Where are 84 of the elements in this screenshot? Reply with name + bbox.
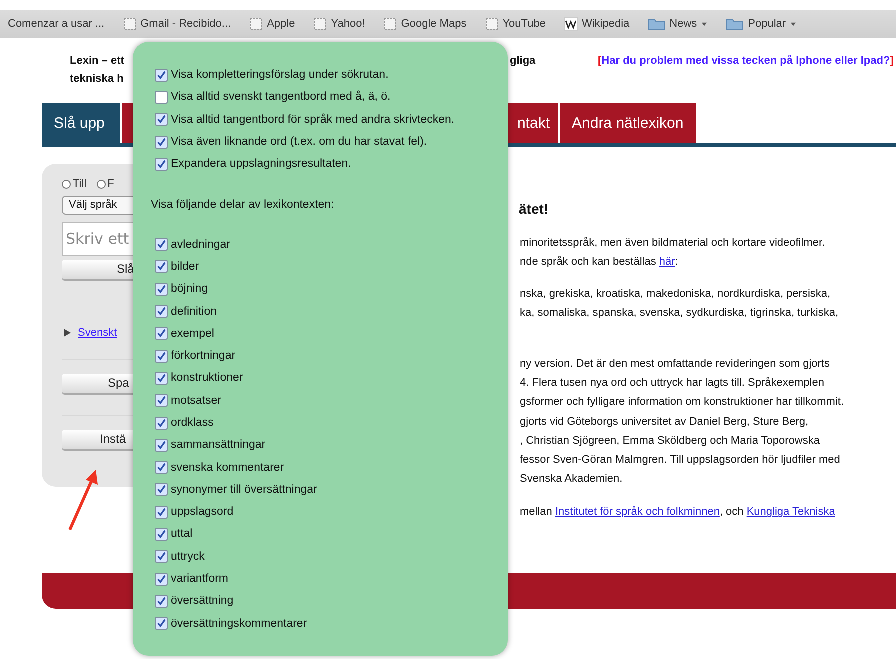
part-checkbox[interactable]: översättningskommentarer: [155, 612, 508, 635]
part-checkbox[interactable]: översättning: [155, 590, 508, 613]
body-text: minoritetsspråk, men även bildmaterial och kortare videofilmer.: [520, 237, 826, 249]
bookmark[interactable]: Comenzar a usar ...: [8, 18, 105, 30]
checkmark-icon: [156, 372, 167, 384]
checkmark-icon: [156, 484, 167, 496]
checkmark-icon: [156, 618, 167, 630]
header-text: gliga: [510, 54, 537, 69]
checkmark-icon: [156, 596, 167, 607]
part-checkbox[interactable]: variantform: [155, 568, 508, 590]
checkmark-icon: [156, 551, 167, 562]
option-checkbox[interactable]: Visa alltid tangentbord för språk med andra skrivtecken.: [155, 108, 508, 131]
body-text: ny version. Det är den mest omfattande revideringen som gjorts: [520, 358, 830, 370]
text-link[interactable]: Kungliga Tekniska: [746, 506, 836, 518]
text-link[interactable]: här: [659, 256, 676, 268]
bookmark[interactable]: YouTube: [484, 17, 546, 31]
checkmark-icon: [156, 136, 167, 148]
checkmark-icon: [156, 306, 167, 318]
page-icon: [249, 17, 264, 31]
body-text: 4. Flera tusen nya ord och uttryck har lagts till. Språkexemplen: [520, 377, 824, 390]
nav-tab[interactable]: Slå upp: [42, 103, 122, 143]
w-icon: [564, 17, 578, 31]
option-checkbox[interactable]: Expandera uppslagningsresultaten.: [155, 153, 508, 176]
dictionary-link[interactable]: Svenskt: [78, 327, 118, 339]
body-text: gjorts vid Göteborgs universitet av Daniel Berg, Sture Berg,: [520, 416, 809, 428]
checkmark-icon: [156, 506, 167, 518]
bookmark[interactable]: Popular: [726, 17, 798, 31]
body-text: , och: [720, 506, 745, 518]
part-checkbox[interactable]: uppslagsord: [155, 501, 508, 524]
checkmark-icon: [156, 440, 167, 451]
part-checkbox[interactable]: uttal: [155, 523, 508, 546]
part-checkbox[interactable]: definition: [155, 300, 508, 323]
part-checkbox[interactable]: synonymer till översättningar: [155, 478, 508, 502]
page-icon: [383, 17, 398, 31]
site-title: Lexin – ett: [70, 54, 124, 69]
part-checkbox[interactable]: exempel: [155, 322, 508, 345]
body-text: Svenska Akademien.: [520, 473, 623, 486]
checkmark-icon: [156, 284, 167, 295]
text-link[interactable]: Institutet för språk och folkminnen: [555, 506, 720, 518]
site-title: tekniska h: [70, 72, 124, 87]
part-checkbox[interactable]: svenska kommentarer: [155, 456, 508, 479]
checkmark-icon: [156, 574, 167, 585]
part-checkbox[interactable]: uttryck: [155, 546, 508, 568]
bookmark[interactable]: Google Maps: [383, 17, 467, 31]
bookmark[interactable]: Yahoo!: [313, 17, 366, 31]
page-icon: [484, 17, 499, 31]
checkmark-icon: [156, 261, 167, 272]
checkmark-icon: [156, 328, 167, 340]
body-text: nska, grekiska, kroatiska, makedoniska, nordkurdiska, persiska,: [520, 288, 831, 300]
body-text: :: [675, 256, 678, 268]
radio-option[interactable]: Till: [62, 178, 87, 190]
radio-option[interactable]: F: [96, 178, 114, 190]
checkmark-icon: [156, 462, 167, 474]
folder-icon: [648, 17, 666, 31]
page-icon: [313, 17, 328, 31]
body-text: , Christian Sjögreen, Emma Sköldberg och Maria Toporowska: [520, 434, 820, 447]
page-heading: ätet!: [519, 201, 550, 217]
checkmark-icon: [156, 350, 167, 362]
option-checkbox[interactable]: Visa alltid svenskt tangentbord med å, ä, ö.: [155, 86, 508, 109]
bookmark[interactable]: Apple: [249, 17, 296, 31]
part-checkbox[interactable]: böjning: [155, 278, 508, 300]
option-checkbox[interactable]: Visa kompletteringsförslag under sökrutan.: [155, 64, 508, 86]
checkmark-icon: [156, 70, 167, 81]
checkmark-icon: [156, 114, 167, 126]
body-text: fessor Sven-Göran Malmgren. Till uppslagsorden hör ljudfiler med: [520, 454, 840, 466]
checkmark-icon: [156, 239, 167, 250]
checkmark-icon: [156, 528, 167, 540]
checkmark-icon: [156, 158, 167, 170]
expand-icon[interactable]: [62, 328, 72, 338]
body-text: ka, somaliska, spanska, svenska, sydkurdiska, tigrinska, turkiska,: [520, 306, 839, 318]
nav-tab[interactable]: Andra nätlexikon: [560, 103, 698, 143]
option-checkbox[interactable]: Visa även liknande ord (t.ex. om du har stavat fel).: [155, 130, 508, 154]
bookmark[interactable]: Gmail - Recibido...: [122, 17, 232, 31]
bookmark[interactable]: Wikipedia: [564, 17, 630, 31]
notice-link[interactable]: [Har du problem med vissa tecken på Iphone eller Ipad?]: [598, 52, 896, 100]
checkmark-icon: [156, 418, 167, 428]
bookmark[interactable]: News: [648, 17, 708, 31]
body-text: nde språk och kan beställas: [520, 256, 658, 268]
page-icon: [122, 17, 137, 31]
checkmark-icon: [156, 395, 167, 406]
part-checkbox[interactable]: förkortningar: [155, 344, 508, 368]
body-text: mellan: [520, 506, 554, 518]
folder-icon: [726, 17, 744, 31]
body-text: gsformer och fylligare information om konstruktioner har tillkommit.: [520, 396, 844, 408]
